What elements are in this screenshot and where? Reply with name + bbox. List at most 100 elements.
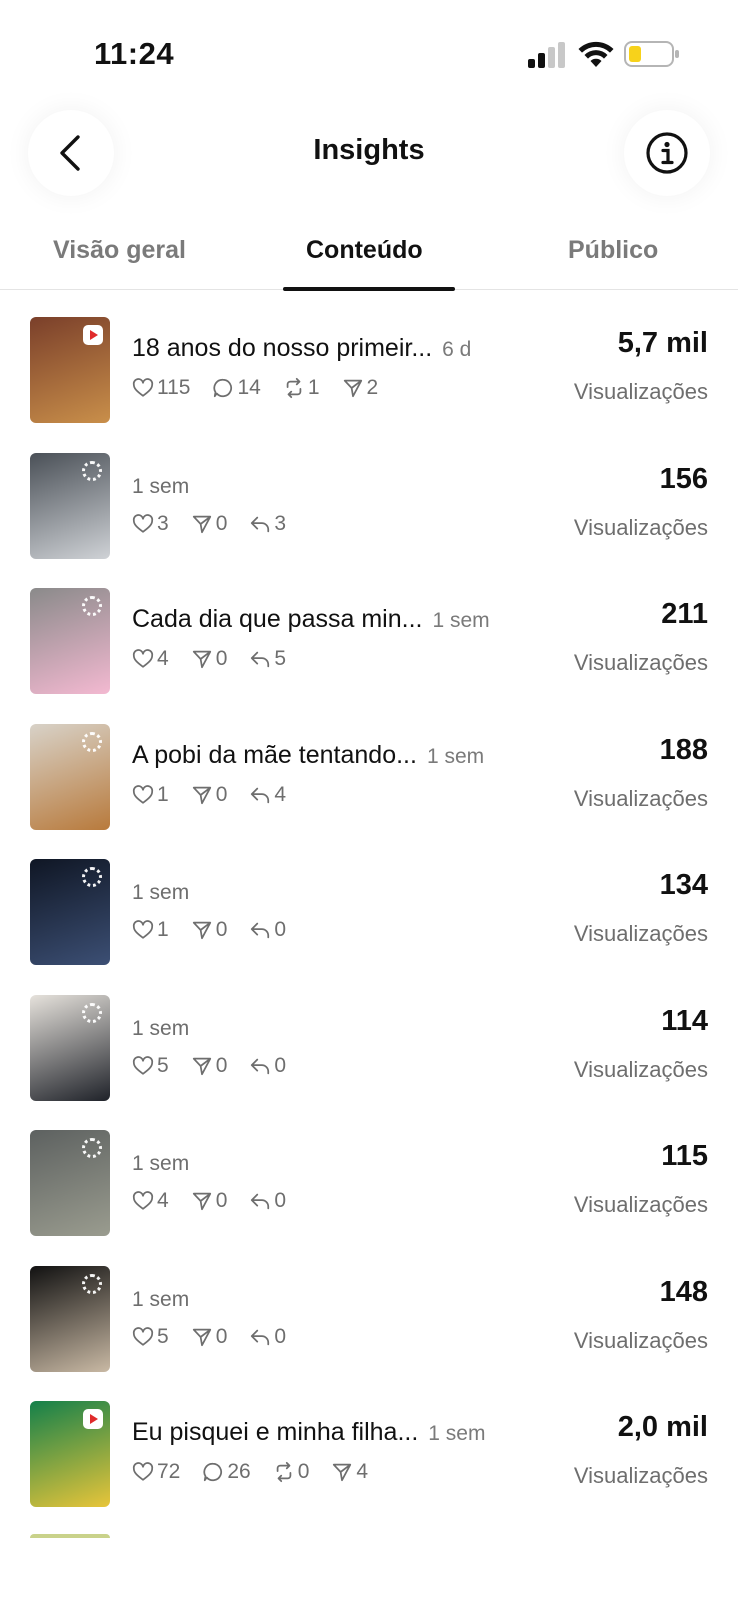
tab-visao-geral[interactable]: Visão geral: [53, 236, 186, 265]
post-stats: 1 0 0: [132, 918, 308, 942]
reply-icon: [251, 1193, 270, 1210]
stat-send: 4: [331, 1460, 368, 1484]
stat-send: 0: [191, 1324, 228, 1349]
caption-line: A pobi da mãe tentando... 1 sem: [132, 741, 484, 770]
stat-value: 0: [215, 1053, 228, 1077]
post-stats: 4 0 5: [132, 647, 308, 671]
post-caption: A pobi da mãe tentando...: [132, 740, 417, 769]
post-stats: 115 14 1 2: [132, 376, 400, 400]
content-row[interactable]: 1 sem 3 0 3 156 Visualizações: [0, 427, 738, 563]
stat-value: 0: [274, 1324, 287, 1348]
stat-reply: 0: [249, 1054, 286, 1078]
post-stats: 5 0 0: [132, 1325, 308, 1349]
story-badge-icon: [82, 460, 102, 481]
content-row[interactable]: 1 sem 1 0 0 134 Visualizações: [0, 833, 738, 969]
stat-send: 2: [342, 376, 379, 400]
stat-heart: 5: [132, 1054, 169, 1078]
content-row[interactable]: Eu pisquei e minha filha... 1 sem 72 26 0 4 2,…: [0, 1375, 738, 1511]
content-row[interactable]: A pobi da mãe tentando... 1 sem 1 0 4 188 Visu…: [0, 698, 738, 834]
heart-icon: [132, 649, 154, 668]
stat-value: 14: [237, 376, 261, 399]
views-label: Visualizações: [573, 1056, 708, 1082]
story-badge-icon: [82, 731, 102, 752]
heart-icon: [132, 1191, 154, 1210]
stat-value: 4: [274, 782, 287, 806]
post-age: 1 sem: [432, 609, 490, 632]
stat-value: 0: [215, 1324, 228, 1348]
stat-heart: 115: [132, 376, 190, 400]
heart-icon: [132, 513, 154, 533]
reply-icon: [251, 516, 270, 532]
heart-icon: [132, 1462, 154, 1481]
info-button[interactable]: [624, 110, 710, 196]
post-age: 1 sem: [132, 474, 190, 498]
stat-send: 0: [191, 647, 227, 671]
stat-value: 1: [307, 376, 320, 399]
cellular-signal-icon: [528, 42, 565, 68]
stat-send: 0: [191, 918, 228, 942]
stat-value: 4: [356, 1460, 369, 1483]
stat-value: 72: [157, 1460, 181, 1483]
content-row[interactable]: 1 sem 5 0 0 148 Visualizações: [0, 1240, 738, 1376]
partial-thumbnail: [30, 1534, 110, 1538]
stat-value: 5: [274, 647, 287, 670]
reply-icon: [251, 787, 270, 803]
views-count: 211: [661, 598, 708, 630]
stat-heart: 3: [132, 512, 169, 536]
heart-icon: [132, 1326, 154, 1346]
post-thumbnail: [30, 1130, 110, 1236]
send-icon: [192, 1057, 211, 1075]
header: Insights: [0, 106, 738, 202]
views-label: Visualizações: [573, 921, 708, 946]
send-icon: [192, 650, 211, 669]
views-count: 115: [661, 1140, 708, 1172]
stat-repost: 0: [273, 1460, 310, 1484]
post-caption: Cada dia que passa min...: [132, 605, 423, 633]
stat-heart: 72: [132, 1460, 180, 1484]
stat-heart: 1: [132, 918, 169, 942]
stat-send: 0: [191, 1053, 228, 1078]
send-icon: [192, 786, 211, 804]
content-row[interactable]: 18 anos do nosso primeir... 6 d 115 14 1 2 5,7…: [0, 291, 738, 427]
stat-comment: 26: [202, 1460, 251, 1484]
caption-line: Cada dia que passa min... 1 sem: [132, 605, 490, 634]
battery-icon: [624, 41, 679, 67]
stat-reply: 4: [249, 783, 286, 807]
stat-value: 0: [274, 918, 287, 941]
stat-value: 0: [215, 918, 228, 941]
story-badge-icon: [82, 867, 102, 887]
story-badge-icon: [82, 1138, 102, 1158]
repost-icon: [276, 1461, 292, 1483]
stat-heart: 4: [132, 1189, 169, 1213]
tab-publico[interactable]: Público: [568, 236, 658, 265]
views-count: 114: [661, 1004, 708, 1037]
views-label: Visualizações: [573, 785, 708, 811]
send-icon: [192, 921, 211, 940]
send-icon: [192, 1328, 211, 1346]
content-row[interactable]: 1 sem 5 0 0 114 Visualizações: [0, 969, 738, 1105]
stat-value: 115: [157, 376, 191, 399]
stat-reply: 0: [249, 1189, 286, 1213]
stat-heart: 5: [132, 1325, 169, 1349]
post-age: 6 d: [442, 338, 472, 361]
content-row[interactable]: Cada dia que passa min... 1 sem 4 0 5 211 Visu…: [0, 562, 738, 698]
comment-icon: [213, 378, 233, 398]
views-count: 188: [659, 733, 708, 766]
content-row[interactable]: 1 sem 4 0 0 115 Visualizações: [0, 1104, 738, 1240]
stat-value: 0: [274, 1053, 287, 1077]
stat-value: 2: [366, 376, 379, 399]
tab-conteudo[interactable]: Conteúdo: [306, 236, 423, 265]
post-thumbnail: [30, 1265, 110, 1372]
post-age: 1 sem: [132, 1016, 190, 1040]
post-stats: 72 26 0 4: [132, 1460, 390, 1484]
stat-value: 4: [157, 1189, 169, 1212]
stat-reply: 5: [249, 647, 286, 671]
views-label: Visualizações: [573, 514, 708, 540]
status-bar: 11:24: [0, 0, 738, 100]
stat-value: 0: [297, 1460, 310, 1483]
stat-value: 3: [157, 511, 169, 535]
post-thumbnail: [30, 723, 110, 830]
stat-value: 1: [157, 918, 169, 941]
heart-icon: [132, 1055, 154, 1075]
stat-value: 0: [274, 1189, 287, 1212]
